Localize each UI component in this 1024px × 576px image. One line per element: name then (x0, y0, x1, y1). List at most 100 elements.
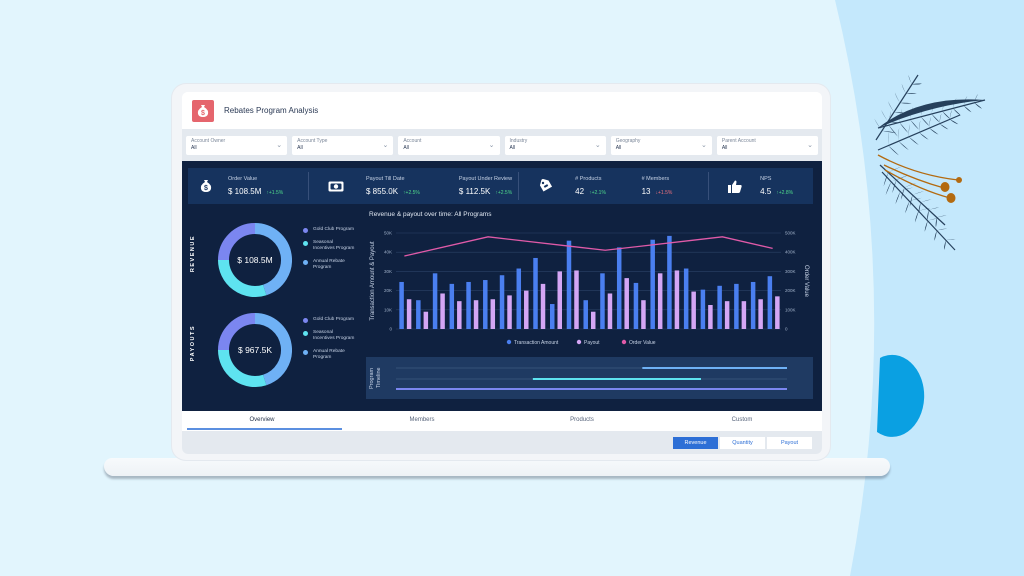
toggle-revenue[interactable]: Revenue (672, 435, 719, 450)
bar-payout[interactable] (741, 301, 747, 329)
bar-payout[interactable] (423, 311, 429, 329)
bar-payout[interactable] (641, 300, 646, 329)
bar-transaction-amount[interactable] (667, 235, 672, 329)
toggle-quantity[interactable]: Quantity (719, 435, 766, 450)
tab-custom[interactable]: Custom (662, 411, 822, 431)
filter-value: All (191, 144, 197, 151)
donut-center-value: $ 108.5M (237, 255, 273, 265)
tab-products[interactable]: Products (502, 411, 662, 431)
bar-transaction-amount[interactable] (767, 276, 773, 329)
y-tick-label: 50K (384, 231, 392, 236)
bar-payout[interactable] (624, 278, 629, 329)
bar-payout[interactable] (708, 305, 713, 329)
filter-dropdown[interactable]: Account All ⌄ (398, 135, 500, 155)
bar-transaction-amount[interactable] (717, 285, 722, 329)
kpi-label: Order Value (228, 176, 258, 182)
bar-transaction-amount[interactable] (734, 283, 739, 329)
chevron-down-icon: ⌄ (700, 141, 707, 149)
legend-item: Annual Rebate Program (303, 259, 355, 272)
timeline-svg (396, 367, 787, 390)
bar-payout[interactable] (758, 299, 763, 329)
bar-transaction-amount[interactable] (499, 275, 505, 329)
filter-dropdown[interactable]: Account Owner All ⌄ (186, 135, 288, 155)
cash-icon (328, 178, 344, 194)
bar-transaction-amount[interactable] (449, 283, 455, 329)
bar-transaction-amount[interactable] (466, 281, 471, 329)
bar-transaction-amount[interactable] (750, 281, 756, 329)
bar-transaction-amount[interactable] (483, 280, 488, 329)
kpi-value-row: $ 855.0K ↑+2.5% (366, 187, 459, 196)
bar-payout[interactable] (490, 299, 496, 329)
bar-payout[interactable] (724, 301, 730, 329)
bar-transaction-amount[interactable] (616, 247, 622, 329)
bar-transaction-amount[interactable] (650, 239, 655, 329)
bar-transaction-amount[interactable] (700, 289, 706, 329)
bar-payout[interactable] (657, 273, 663, 329)
bar-transaction-amount[interactable] (633, 282, 639, 329)
line-order-value[interactable] (404, 236, 773, 257)
filter-value: All (297, 144, 303, 151)
legend-item: Gold Club Program (303, 317, 355, 324)
bar-payout[interactable] (440, 293, 445, 329)
filter-dropdown[interactable]: Parent Account All ⌄ (716, 135, 819, 155)
y2-axis-label: Order Value (803, 265, 809, 298)
bar-payout[interactable] (406, 299, 412, 329)
laptop-base (104, 458, 890, 476)
filter-dropdown[interactable]: Account Type All ⌄ (292, 135, 394, 155)
tab-overview[interactable]: Overview (182, 411, 342, 431)
bar-payout[interactable] (507, 295, 512, 329)
filter-dropdown[interactable]: Industry All ⌄ (504, 135, 606, 155)
bar-transaction-amount[interactable] (516, 268, 522, 329)
filter-dropdown[interactable]: Geography All ⌄ (610, 135, 712, 155)
bar-payout[interactable] (674, 270, 680, 329)
bar-transaction-amount[interactable] (566, 240, 572, 329)
kpi-group: NPS 4.5 ↑+2.8% (708, 168, 813, 204)
y-tick-label: 10K (384, 307, 392, 312)
legend-dot (506, 339, 512, 345)
bar-payout[interactable] (775, 296, 780, 329)
bar-transaction-amount[interactable] (550, 304, 555, 329)
legend-dot (303, 240, 308, 246)
kpi-value: 13 (641, 187, 651, 196)
bar-payout[interactable] (557, 271, 563, 329)
donut-legend: Gold Club Program Seasonal Incentives Pro… (303, 317, 355, 368)
donut-chart-payouts: PAYOUTS $ 967.5K Gold Club Program Seasonal… (188, 303, 358, 393)
filter-label: Account Type (297, 137, 328, 144)
kpi-card: Order Value $ 108.5M ↑+1.5% (228, 176, 298, 196)
bar-transaction-amount[interactable] (416, 300, 421, 329)
legend-dot (621, 339, 627, 345)
toggle-payout[interactable]: Payout (766, 435, 813, 450)
bar-payout[interactable] (524, 290, 529, 329)
bar-payout[interactable] (457, 301, 462, 329)
legend-dot (303, 259, 308, 265)
kpi-change: ↑+1.5% (266, 190, 284, 196)
bar-payout[interactable] (607, 293, 613, 329)
legend-item: Annual Rebate Program (303, 349, 355, 362)
bar-transaction-amount[interactable] (600, 273, 605, 329)
kpi-change: ↓+1.5% (655, 190, 673, 196)
bar-payout[interactable] (574, 270, 579, 329)
bar-payout[interactable] (473, 300, 479, 329)
kpi-change: ↑+2.5% (495, 190, 513, 196)
app-header: $ Rebates Program Analysis (182, 92, 822, 129)
bar-transaction-amount[interactable] (583, 300, 588, 329)
legend-item: Gold Club Program (303, 227, 355, 234)
bar-transaction-amount[interactable] (399, 281, 404, 329)
tab-members[interactable]: Members (342, 411, 502, 431)
donut-title: PAYOUTS (190, 325, 196, 362)
kpi-value: 4.5 (760, 187, 772, 196)
bar-transaction-amount[interactable] (683, 268, 689, 329)
bar-payout[interactable] (590, 311, 596, 329)
bar-transaction-amount[interactable] (432, 273, 438, 329)
bar-payout[interactable] (691, 291, 696, 329)
donut-title: REVENUE (190, 235, 196, 273)
bar-payout[interactable] (540, 283, 546, 329)
kpi-strip: $ Order Value $ 108.5M ↑+1.5% Payout Till Da… (188, 168, 813, 204)
bar-transaction-amount[interactable] (533, 257, 538, 329)
kpi-card: Payout Till Date $ 855.0K ↑+2.5% (366, 176, 459, 196)
kpi-label: # Products (575, 176, 602, 182)
kpi-card: NPS 4.5 ↑+2.8% (760, 176, 813, 196)
filter-label: Account Owner (191, 137, 226, 144)
svg-text:$: $ (201, 110, 205, 117)
legend-label: Seasonal Incentives Program (313, 239, 355, 252)
